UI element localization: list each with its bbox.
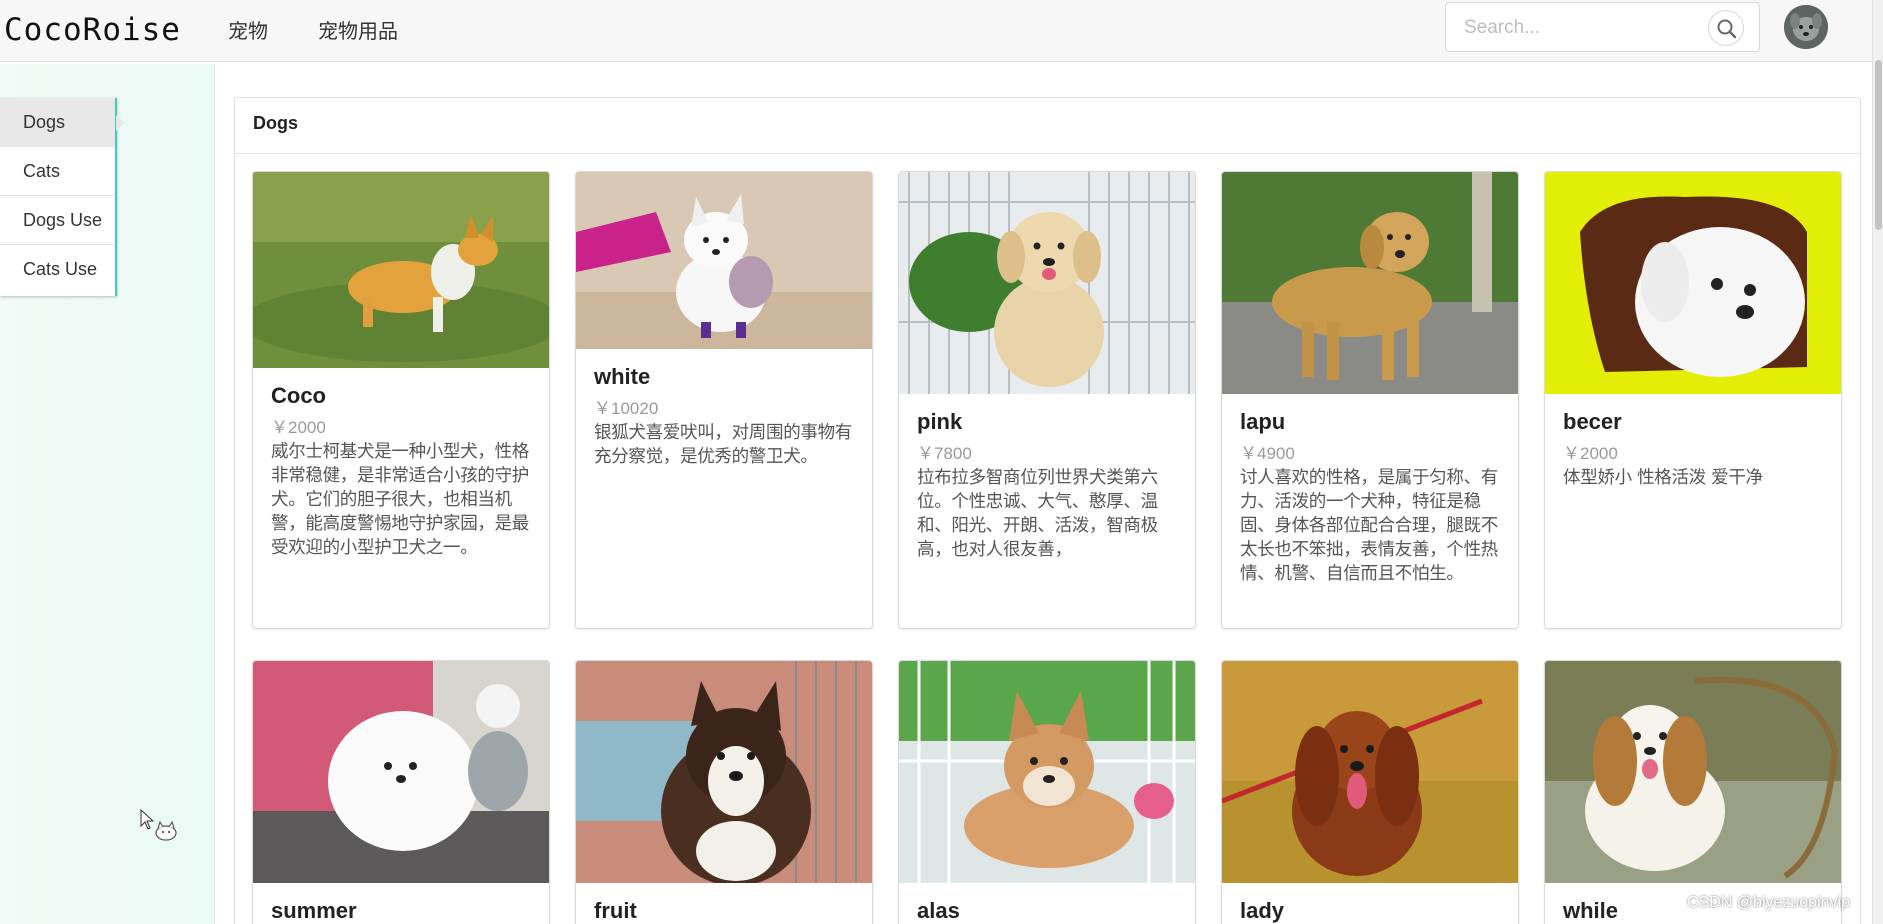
product-description: 银狐犬喜爱吠叫，对周围的事物有充分察觉，是优秀的警卫犬。: [594, 423, 852, 467]
search-button[interactable]: [1708, 10, 1744, 46]
product-price: ￥7800: [917, 444, 972, 463]
search-box: [1445, 2, 1760, 52]
product-name: fruit: [594, 898, 637, 923]
product-card[interactable]: lapu ￥4900 讨人喜欢的性格，是属于匀称、有力、活泼的一个犬种，特征是稳…: [1221, 171, 1519, 629]
labrador-puppy-photo: [899, 172, 1195, 394]
product-card[interactable]: lady: [1221, 660, 1519, 924]
sidebar-item-cats-use[interactable]: Cats Use: [0, 245, 115, 294]
product-name: alas: [917, 898, 960, 923]
watermark: CSDN @biyezuopinvip: [1687, 894, 1850, 911]
product-name: lady: [1240, 898, 1285, 923]
product-name: summer: [271, 898, 357, 923]
sidebar-item-label: Cats Use: [23, 259, 98, 279]
sidebar-item-cats[interactable]: Cats: [0, 147, 115, 196]
corgi-photo: [253, 172, 549, 368]
scrollbar-thumb[interactable]: [1875, 60, 1882, 230]
product-description: 威尔士柯基犬是一种小型犬，性格非常稳健，是非常适合小孩的守护犬。它们的胆子很大，…: [271, 442, 529, 558]
panel-divider: [235, 153, 1860, 154]
product-name: pink: [917, 409, 963, 434]
product-card[interactable]: summer: [252, 660, 550, 924]
search-icon: [1717, 19, 1737, 39]
shiba-photo: [899, 661, 1195, 883]
product-description: 讨人喜欢的性格，是属于匀称、有力、活泼的一个犬种，特征是稳固、身体各部位配合合理…: [1240, 468, 1498, 584]
sidebar-item-dogs-use[interactable]: Dogs Use: [0, 196, 115, 245]
search-input[interactable]: [1464, 13, 1694, 43]
product-price: ￥10020: [594, 399, 659, 418]
top-navbar: CocoRoise 宠物 宠物用品: [0, 0, 1883, 62]
product-card[interactable]: alas: [898, 660, 1196, 924]
product-card[interactable]: fruit: [575, 660, 873, 924]
product-card[interactable]: Coco ￥2000 威尔士柯基犬是一种小型犬，性格非常稳健，是非常适合小孩的守…: [252, 171, 550, 629]
scrollbar[interactable]: [1872, 0, 1883, 924]
nav-pets[interactable]: 宠物: [228, 15, 268, 44]
product-card[interactable]: pink ￥7800 拉布拉多智商位列世界犬类第六位。个性忠诚、大气、憨厚、温和…: [898, 171, 1196, 629]
sidebar-item-label: Dogs: [23, 112, 66, 132]
cocker-spaniel-photo: [1222, 661, 1518, 883]
logo-text: CocoRoise: [4, 12, 181, 48]
category-menu: Dogs Cats Dogs Use Cats Use: [0, 98, 125, 296]
golden-retriever-photo: [1222, 172, 1518, 394]
mouse-cursor-icon: [140, 809, 177, 841]
malamute-photo: [576, 661, 872, 883]
avatar-image: [1784, 5, 1828, 49]
pomeranian-photo: [253, 661, 549, 883]
user-avatar[interactable]: [1784, 5, 1828, 49]
product-price: ￥2000: [1563, 444, 1618, 463]
sidebar-item-label: Cats: [23, 161, 61, 181]
main-panel: Dogs Coco ￥2000 威尔士柯基犬是一种小型犬，性格非常稳健，是非常适…: [234, 97, 1861, 924]
brand-logo[interactable]: CocoRoise: [4, 8, 202, 52]
product-name: Coco: [271, 383, 326, 408]
product-name: while: [1563, 898, 1619, 923]
product-description: 拉布拉多智商位列世界犬类第六位。个性忠诚、大气、憨厚、温和、阳光、开朗、活泼，智…: [917, 468, 1158, 560]
product-card[interactable]: white ￥10020 银狐犬喜爱吠叫，对周围的事物有充分察觉，是优秀的警卫犬…: [575, 171, 873, 629]
nav-pet-supplies[interactable]: 宠物用品: [318, 15, 398, 44]
sidebar-item-dogs[interactable]: Dogs: [0, 98, 125, 147]
product-price: ￥2000: [271, 418, 326, 437]
product-name: becer: [1563, 409, 1622, 434]
product-card[interactable]: becer ￥2000 体型娇小 性格活泼 爱干净: [1544, 171, 1842, 629]
product-name: white: [594, 364, 651, 389]
sidebar: Dogs Cats Dogs Use Cats Use: [0, 64, 215, 924]
product-description: 体型娇小 性格活泼 爱干净: [1563, 468, 1763, 488]
bichon-photo: [1545, 172, 1841, 394]
panel-title: Dogs: [253, 113, 298, 133]
spitz-photo: [576, 172, 872, 349]
sidebar-item-label: Dogs Use: [23, 210, 103, 230]
product-price: ￥4900: [1240, 444, 1295, 463]
cavalier-photo: [1545, 661, 1841, 883]
product-name: lapu: [1240, 409, 1286, 434]
product-card[interactable]: while: [1544, 660, 1842, 924]
